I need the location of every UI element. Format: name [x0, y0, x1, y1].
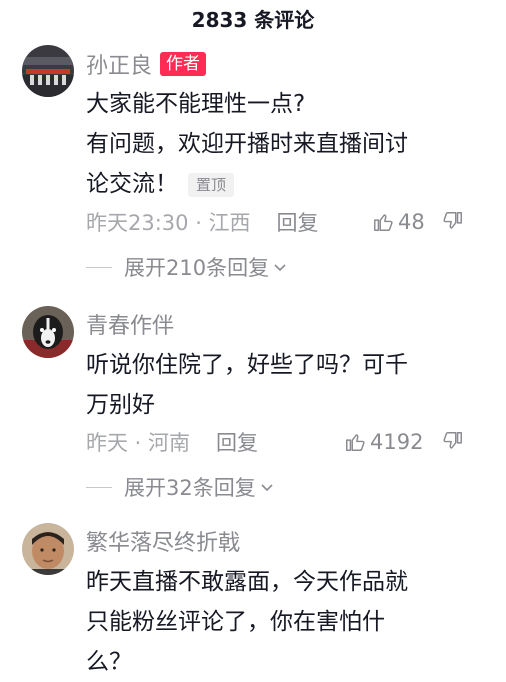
expand-replies-label: 展开32条回复	[124, 476, 256, 500]
like-icon	[346, 434, 365, 451]
expand-replies-label: 展开210条回复	[124, 256, 270, 280]
divider	[86, 266, 112, 268]
comment-text: 听说你住院了，好些了吗？可千 万别好	[86, 345, 486, 425]
like-icon	[374, 214, 393, 231]
comment-text: 大家能不能理性一点? 有问题，欢迎开播时来直播间讨 论交流！ 置顶	[86, 84, 486, 204]
comment-username[interactable]: 孙正良	[86, 48, 152, 80]
reply-button[interactable]: 回复	[216, 427, 258, 457]
chevron-down-icon	[261, 484, 273, 492]
comment-text: 昨天直播不敢露面，今天作品就 只能粉丝评论了，你在害怕什 么？	[86, 562, 486, 682]
like-count: 48	[398, 210, 425, 234]
comment-text-line: 只能粉丝评论了，你在害怕什	[86, 609, 385, 635]
expand-replies-button[interactable]: 展开32条回复	[86, 472, 274, 502]
dislike-icon[interactable]	[442, 430, 464, 452]
comment-time-location: 昨天23:30 · 江西	[86, 211, 251, 235]
comment-text-line: 万别好	[86, 392, 155, 418]
avatar[interactable]	[22, 523, 74, 575]
expand-replies-button[interactable]: 展开210条回复	[86, 252, 287, 282]
like-button[interactable]: 4192	[344, 427, 423, 457]
avatar[interactable]	[22, 306, 74, 358]
like-button[interactable]: 48	[372, 207, 425, 237]
comment-text-line: 听说你住院了，好些了吗？可千	[86, 352, 408, 378]
like-count: 4192	[370, 430, 424, 454]
avatar[interactable]	[22, 45, 74, 97]
comment-username[interactable]: 青春作伴	[86, 308, 174, 340]
comment-time-location: 昨天 · 河南	[86, 431, 191, 455]
comment-text-line: 论交流！	[86, 171, 178, 197]
divider	[86, 486, 112, 488]
comment-text-line: 么？	[86, 649, 132, 675]
dislike-icon[interactable]	[442, 210, 464, 232]
pinned-badge: 置顶	[188, 172, 235, 197]
comment-text-line: 大家能不能理性一点?	[86, 91, 306, 117]
author-badge: 作者	[160, 52, 207, 76]
comment-text-line: 昨天直播不敢露面，今天作品就	[86, 569, 408, 595]
chevron-down-icon	[274, 264, 286, 272]
comment-text-line: 有问题，欢迎开播时来直播间讨	[86, 131, 408, 157]
reply-button[interactable]: 回复	[277, 207, 319, 237]
comment-username[interactable]: 繁华落尽终折戟	[86, 525, 240, 557]
comment-count-header: 2833 条评论	[191, 7, 315, 32]
